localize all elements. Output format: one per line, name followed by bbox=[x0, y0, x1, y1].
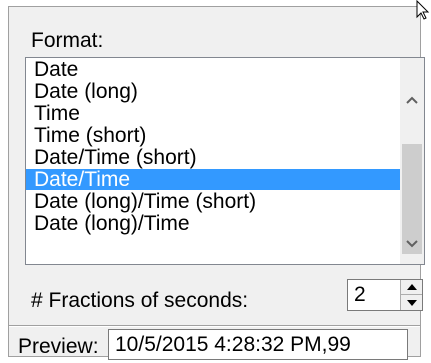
list-item[interactable]: Date bbox=[26, 59, 400, 80]
fractions-value[interactable]: 2 bbox=[354, 283, 366, 307]
format-listbox[interactable]: Date Date (long) Time Time (short) Date/… bbox=[25, 57, 425, 265]
fractions-stepper[interactable]: 2 bbox=[347, 279, 423, 311]
fractions-label: # Fractions of seconds: bbox=[31, 289, 249, 312]
scroll-down-button[interactable] bbox=[400, 232, 424, 256]
list-item[interactable]: Date (long)/Time bbox=[26, 213, 400, 234]
chevron-down-icon bbox=[406, 240, 418, 248]
triangle-down-icon bbox=[406, 299, 417, 306]
list-item[interactable]: Date (long)/Time (short) bbox=[26, 191, 400, 212]
chevron-up-icon bbox=[406, 96, 418, 104]
list-item[interactable]: Date (long) bbox=[26, 81, 400, 102]
preview-label: Preview: bbox=[18, 335, 99, 358]
preview-field: 10/5/2015 4:28:32 PM,99 bbox=[108, 329, 408, 360]
list-scrollbar[interactable] bbox=[400, 58, 424, 264]
increment-button[interactable] bbox=[401, 280, 422, 295]
format-list: Date Date (long) Time Time (short) Date/… bbox=[26, 58, 400, 234]
triangle-up-icon bbox=[406, 284, 417, 290]
stepper-buttons bbox=[400, 280, 422, 310]
format-settings-panel: Format: Date Date (long) Time Time (shor… bbox=[8, 6, 425, 357]
decrement-button[interactable] bbox=[401, 295, 422, 310]
list-item[interactable]: Time (short) bbox=[26, 125, 400, 146]
scroll-up-button[interactable] bbox=[400, 88, 424, 112]
list-item-selected[interactable]: Date/Time bbox=[26, 169, 400, 190]
format-label: Format: bbox=[31, 29, 104, 52]
mouse-cursor-icon bbox=[416, 0, 430, 20]
list-item[interactable]: Date/Time (short) bbox=[26, 147, 400, 168]
divider bbox=[9, 325, 420, 327]
list-item[interactable]: Time bbox=[26, 103, 400, 124]
